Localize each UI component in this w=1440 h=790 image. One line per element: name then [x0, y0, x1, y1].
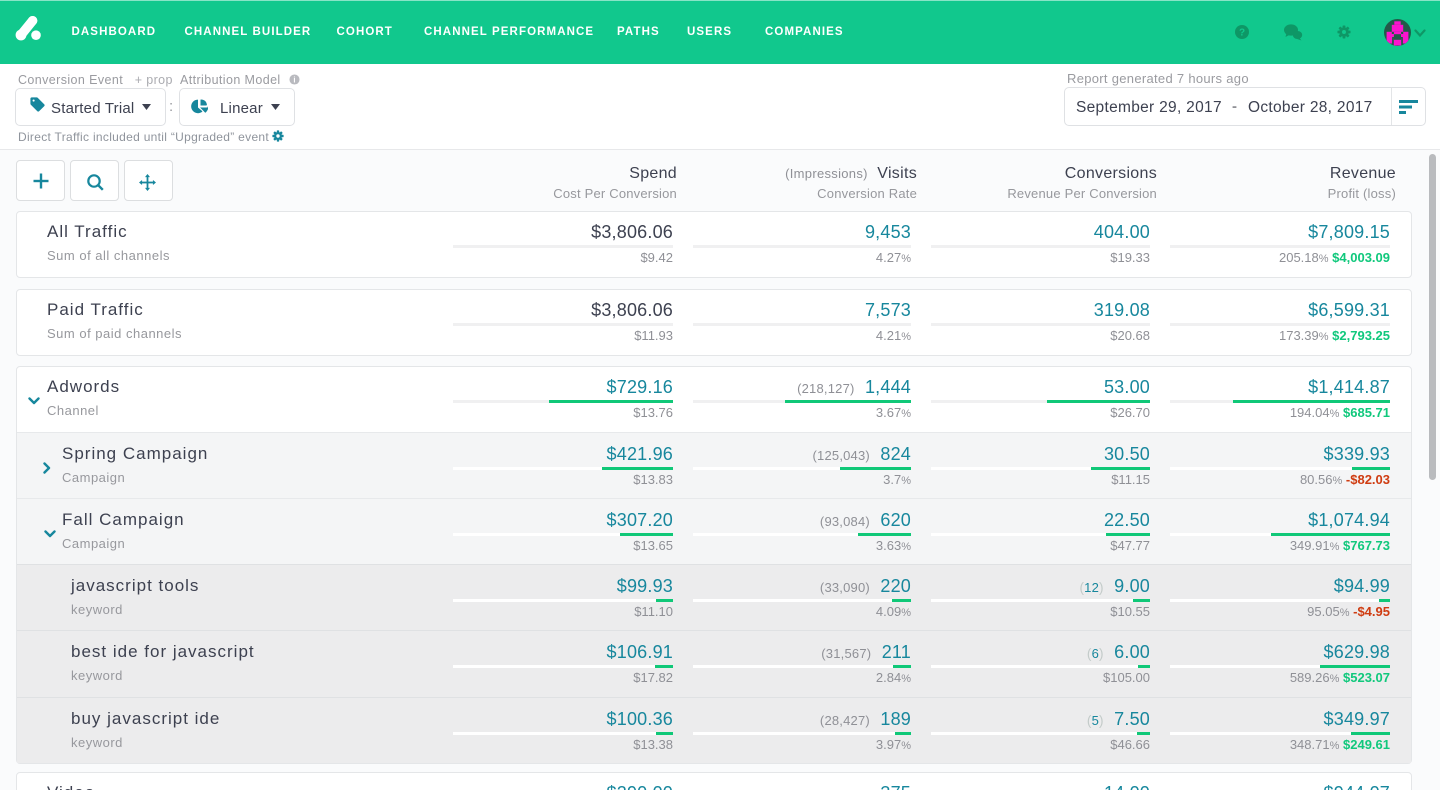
svg-text:?: ? [1239, 28, 1245, 39]
svg-text:i: i [293, 75, 295, 84]
